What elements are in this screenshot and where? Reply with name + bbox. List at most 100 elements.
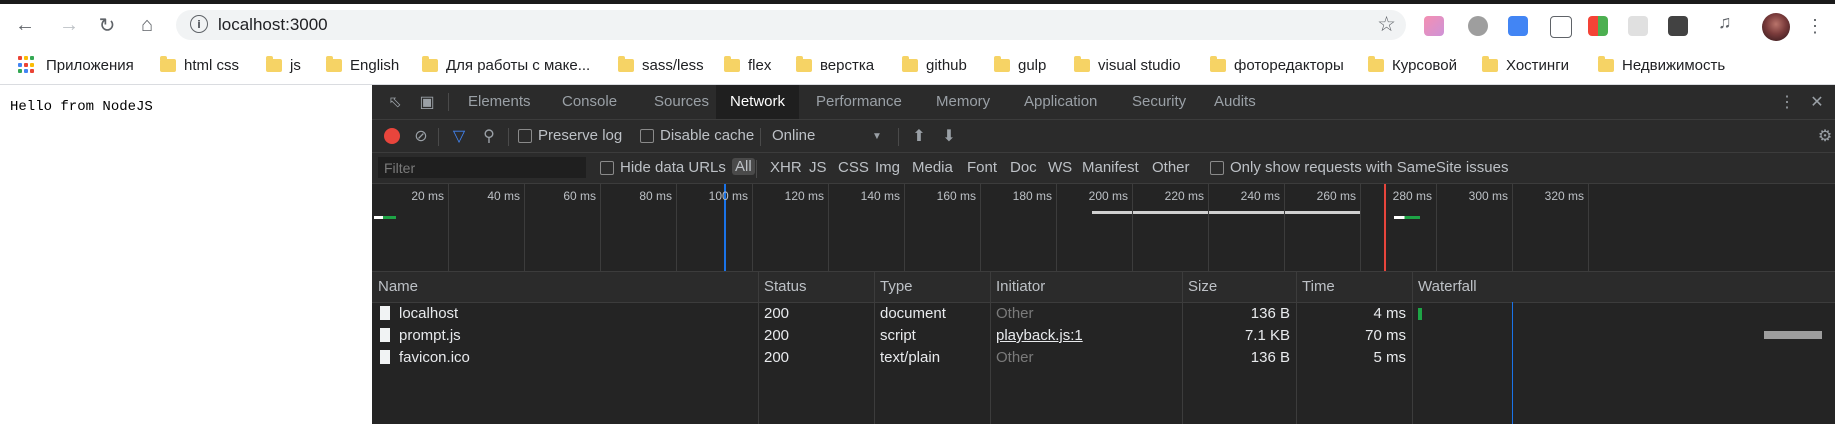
bookmark-label: Недвижимость [1622, 56, 1726, 74]
bookmark-label: sass/less [642, 56, 704, 74]
filter-input[interactable] [378, 157, 586, 178]
home-icon[interactable]: ⌂ [134, 12, 160, 38]
filter-type-doc[interactable]: Doc [1010, 159, 1037, 176]
tab-application[interactable]: Application [1010, 85, 1111, 119]
tab-elements[interactable]: Elements [454, 85, 545, 119]
tab-network[interactable]: Network [716, 85, 800, 119]
column-initiator[interactable]: Initiator [990, 272, 1045, 302]
bookmark-folder[interactable]: visual studio [1074, 55, 1181, 75]
address-bar[interactable]: i localhost:3000 ☆ [176, 10, 1406, 40]
request-time: 4 ms [1373, 305, 1406, 322]
inspect-element-icon[interactable]: ⬁ [386, 93, 404, 111]
filter-type-font[interactable]: Font [967, 159, 997, 176]
bookmark-folder[interactable]: github [902, 55, 967, 75]
filter-type-manifest[interactable]: Manifest [1082, 159, 1139, 176]
bookmark-folder[interactable]: Для работы с маке... [422, 55, 590, 75]
request-name[interactable]: favicon.ico [380, 347, 470, 369]
bookmark-folder[interactable]: Недвижимость [1598, 55, 1725, 75]
bookmark-folder[interactable]: sass/less [618, 55, 704, 75]
bookmark-star-icon[interactable]: ☆ [1377, 12, 1396, 37]
back-arrow-icon[interactable]: ← [12, 12, 38, 38]
import-har-icon[interactable]: ⬆ [910, 127, 928, 145]
request-name[interactable]: prompt.js [380, 325, 461, 347]
request-name[interactable]: localhost [380, 303, 458, 325]
export-har-icon[interactable]: ⬇ [940, 127, 958, 145]
color-picker-extension-icon[interactable] [1550, 16, 1572, 38]
filter-type-ws[interactable]: WS [1048, 159, 1072, 176]
folder-icon [160, 55, 176, 72]
overview-tick-label: 80 ms [639, 189, 672, 203]
request-initiator-link[interactable]: playback.js:1 [996, 325, 1083, 347]
throttling-select[interactable]: Online [772, 127, 815, 144]
filter-type-img[interactable]: Img [875, 159, 900, 176]
overview-tick-label: 20 ms [411, 189, 444, 203]
tab-memory[interactable]: Memory [922, 85, 1004, 119]
reload-icon[interactable]: ↻ [94, 12, 120, 38]
column-waterfall[interactable]: Waterfall [1412, 272, 1477, 302]
page-viewport: Hello from NodeJS [0, 85, 372, 424]
filter-type-other[interactable]: Other [1152, 159, 1190, 176]
bookmark-folder[interactable]: gulp [994, 55, 1046, 75]
media-control-icon[interactable]: ♫ [1718, 12, 1738, 32]
info-icon[interactable]: i [190, 15, 208, 33]
overview-gridline [1436, 184, 1437, 271]
filter-type-all[interactable]: All [732, 158, 755, 175]
request-status: 200 [764, 349, 790, 366]
disable-cache-checkbox[interactable] [640, 129, 654, 143]
tab-audits[interactable]: Audits [1200, 85, 1270, 119]
overview-tick-label: 120 ms [784, 189, 824, 203]
selenium-extension-icon[interactable] [1668, 16, 1688, 36]
extension-blank-icon[interactable] [1628, 16, 1648, 36]
bookmark-folder[interactable]: фоторедакторы [1210, 55, 1344, 75]
folder-icon [618, 55, 634, 72]
search-icon[interactable]: ⚲ [480, 127, 498, 145]
overview-tick-label: 140 ms [860, 189, 900, 203]
filter-type-xhr[interactable]: XHR [770, 159, 802, 176]
column-type[interactable]: Type [874, 272, 913, 302]
clear-icon[interactable]: ⊘ [412, 127, 430, 145]
filter-type-media[interactable]: Media [912, 159, 953, 176]
request-initiator: Other [996, 305, 1034, 322]
bookmark-folder[interactable]: html css [160, 55, 239, 75]
extension-gradient-icon[interactable] [1424, 16, 1444, 36]
column-size[interactable]: Size [1182, 272, 1217, 302]
device-toolbar-icon[interactable]: ▣ [418, 93, 436, 111]
network-overview[interactable]: 20 ms 40 ms 60 ms 80 ms 100 ms 120 ms 140 ms 16… [372, 184, 1835, 272]
column-status[interactable]: Status [758, 272, 807, 302]
table-row[interactable]: prompt.js 200 script playback.js:1 7.1 K… [372, 325, 1835, 347]
samesite-checkbox[interactable] [1210, 161, 1224, 175]
filter-icon[interactable]: ▽ [450, 127, 468, 145]
close-icon[interactable]: ✕ [1808, 93, 1826, 111]
bookmark-folder[interactable]: верстка [796, 55, 874, 75]
url-text[interactable]: localhost:3000 [218, 15, 328, 35]
preserve-log-checkbox[interactable] [518, 129, 532, 143]
chrome-menu-icon[interactable]: ⋮ [1806, 16, 1824, 37]
forward-arrow-icon[interactable]: → [56, 12, 82, 38]
filter-type-js[interactable]: JS [809, 159, 827, 176]
tab-console[interactable]: Console [548, 85, 631, 119]
column-time[interactable]: Time [1296, 272, 1335, 302]
bookmark-folder[interactable]: Курсовой [1368, 55, 1457, 75]
translate-extension-icon[interactable] [1508, 16, 1528, 36]
bookmark-folder[interactable]: English [326, 55, 399, 75]
bookmark-folder[interactable]: flex [724, 55, 771, 75]
bookmark-label: gulp [1018, 56, 1047, 74]
tab-sources[interactable]: Sources [640, 85, 723, 119]
bookmark-folder[interactable]: js [266, 55, 301, 75]
network-settings-icon[interactable]: ⚙ [1816, 127, 1834, 145]
tab-security[interactable]: Security [1118, 85, 1200, 119]
table-row[interactable]: localhost 200 document Other 136 B 4 ms [372, 303, 1835, 325]
tab-performance[interactable]: Performance [802, 85, 916, 119]
bookmark-folder[interactable]: Хостинги [1482, 55, 1569, 75]
bookmark-apps[interactable]: Приложения [18, 55, 134, 75]
column-name[interactable]: Name [372, 272, 418, 302]
hide-data-urls-checkbox[interactable] [600, 161, 614, 175]
record-icon[interactable] [384, 128, 400, 144]
table-row[interactable]: favicon.ico 200 text/plain Other 136 B 5… [372, 347, 1835, 369]
document-icon [380, 306, 390, 320]
filter-type-css[interactable]: CSS [838, 159, 869, 176]
extension-eye-icon[interactable] [1468, 16, 1488, 36]
devtools-menu-icon[interactable]: ⋮ [1778, 93, 1796, 111]
profile-avatar[interactable] [1762, 13, 1790, 41]
extension-grid-icon[interactable] [1588, 16, 1608, 36]
